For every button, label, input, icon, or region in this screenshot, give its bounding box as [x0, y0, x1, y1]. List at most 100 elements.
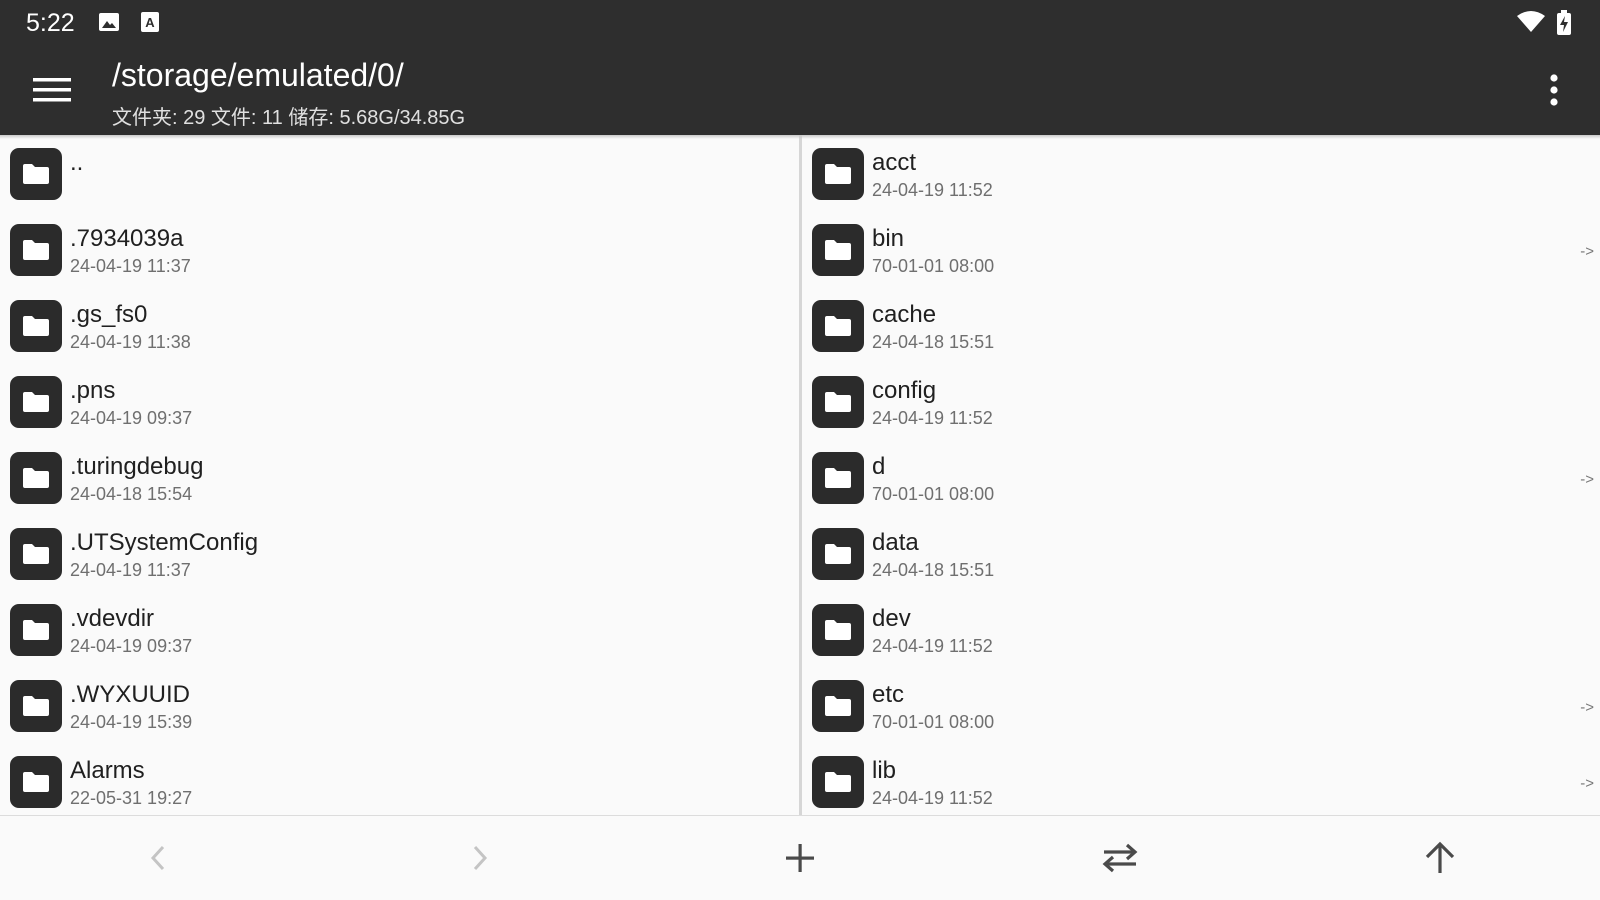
overflow-menu-button[interactable]	[1530, 68, 1578, 112]
file-name: etc	[872, 681, 905, 708]
folder-icon	[812, 224, 864, 276]
folder-icon	[10, 224, 62, 276]
file-date: 24-04-18 15:51	[872, 560, 995, 580]
current-path-title: /storage/emulated/0/	[112, 57, 404, 93]
file-date: 70-01-01 08:00	[872, 712, 995, 732]
file-date: 24-04-19 11:52	[872, 408, 993, 428]
swap-panes-button[interactable]	[1090, 830, 1150, 886]
list-item[interactable]: Alarms 22-05-31 19:27	[0, 743, 800, 815]
symlink-indicator: ->	[1580, 471, 1594, 488]
list-item[interactable]: .WYXUUID 24-04-19 15:39	[0, 667, 800, 743]
list-item[interactable]: cache 24-04-18 15:51	[802, 287, 1600, 363]
list-item[interactable]: .vdevdir 24-04-19 09:37	[0, 591, 800, 667]
forward-arrow-icon	[473, 845, 488, 871]
list-item[interactable]: lib 24-04-19 11:52 ->	[802, 743, 1600, 815]
left-file-pane[interactable]: .. .7934039a 24-04-19 11:37 .gs_fs0 24-0…	[0, 135, 800, 815]
folder-icon	[10, 452, 62, 504]
file-name: acct	[872, 149, 917, 176]
bottom-toolbar	[0, 815, 1600, 900]
file-name: lib	[872, 757, 897, 784]
list-item[interactable]: acct 24-04-19 11:52	[802, 135, 1600, 211]
forward-button[interactable]	[450, 830, 510, 886]
top-bar: 5:22 A /storage/emulated/0/ 文件夹: 29 文件: …	[0, 0, 1600, 135]
more-vert-icon	[1550, 74, 1558, 106]
hamburger-menu-button[interactable]	[22, 66, 82, 114]
file-date: 24-04-19 15:39	[70, 712, 193, 732]
add-icon	[786, 844, 814, 872]
folder-icon	[812, 300, 864, 352]
folder-icon	[812, 604, 864, 656]
file-date: 70-01-01 08:00	[872, 256, 995, 276]
list-item[interactable]: .UTSystemConfig 24-04-19 11:37	[0, 515, 800, 591]
file-name: d	[872, 453, 886, 480]
file-name: config	[872, 377, 937, 404]
folder-icon	[812, 376, 864, 428]
folder-icon	[812, 756, 864, 808]
symlink-indicator: ->	[1580, 243, 1594, 260]
folder-icon	[812, 528, 864, 580]
file-name: cache	[872, 301, 937, 328]
list-item[interactable]: etc 70-01-01 08:00 ->	[802, 667, 1600, 743]
list-item[interactable]: .gs_fs0 24-04-19 11:38	[0, 287, 800, 363]
file-name: .vdevdir	[70, 605, 155, 632]
file-date: 24-04-19 11:37	[70, 560, 191, 580]
file-date: 24-04-19 11:38	[70, 332, 191, 352]
folder-icon	[10, 148, 62, 200]
file-date: 24-04-18 15:54	[70, 484, 193, 504]
folder-icon	[812, 148, 864, 200]
status-bar: 5:22 A	[0, 0, 1600, 45]
keyboard-a-icon: A	[140, 11, 160, 38]
symlink-indicator: ->	[1580, 775, 1594, 792]
file-date: 24-04-19 09:37	[70, 636, 193, 656]
image-icon	[98, 11, 120, 38]
file-name: .WYXUUID	[70, 681, 190, 708]
folder-icon	[10, 376, 62, 428]
list-item[interactable]: config 24-04-19 11:52	[802, 363, 1600, 439]
list-item[interactable]: .7934039a 24-04-19 11:37	[0, 211, 800, 287]
folder-icon	[812, 452, 864, 504]
list-item[interactable]: d 70-01-01 08:00 ->	[802, 439, 1600, 515]
file-name: ..	[70, 149, 84, 176]
folder-icon	[812, 680, 864, 732]
folder-icon	[10, 680, 62, 732]
file-manager-app: 5:22 A /storage/emulated/0/ 文件夹: 29 文件: …	[0, 0, 1600, 900]
file-name: .turingdebug	[70, 453, 204, 480]
file-name: .UTSystemConfig	[70, 529, 259, 556]
storage-summary: 文件夹: 29 文件: 11 储存: 5.68G/34.85G	[112, 107, 466, 129]
hamburger-menu-icon	[33, 78, 71, 102]
folder-icon	[10, 604, 62, 656]
file-date: 24-04-19 11:52	[872, 788, 993, 808]
symlink-indicator: ->	[1580, 699, 1594, 716]
file-date: 24-04-19 09:37	[70, 408, 193, 428]
file-name: dev	[872, 605, 911, 632]
up-arrow-icon	[1425, 841, 1455, 873]
right-file-pane[interactable]: acct 24-04-19 11:52 bin 70-01-01 08:00 -…	[802, 135, 1600, 815]
list-item[interactable]: dev 24-04-19 11:52	[802, 591, 1600, 667]
add-button[interactable]	[770, 830, 830, 886]
file-date: 70-01-01 08:00	[872, 484, 995, 504]
list-item[interactable]: .pns 24-04-19 09:37	[0, 363, 800, 439]
file-date: 24-04-19 11:52	[872, 636, 993, 656]
list-item[interactable]: .turingdebug 24-04-18 15:54	[0, 439, 800, 515]
folder-icon	[10, 756, 62, 808]
file-date: 24-04-19 11:37	[70, 256, 191, 276]
file-name: .7934039a	[70, 225, 184, 252]
folder-icon	[10, 528, 62, 580]
list-item[interactable]: bin 70-01-01 08:00 ->	[802, 211, 1600, 287]
list-item[interactable]: ..	[0, 135, 800, 211]
file-date: 22-05-31 19:27	[70, 788, 193, 808]
parent-directory-button[interactable]	[1410, 830, 1470, 886]
file-date: 24-04-19 11:52	[872, 180, 993, 200]
svg-text:A: A	[145, 15, 155, 30]
file-name: .gs_fs0	[70, 301, 148, 328]
status-time: 5:22	[26, 9, 75, 37]
file-name: data	[872, 529, 919, 556]
back-arrow-icon	[150, 845, 165, 871]
list-item[interactable]: data 24-04-18 15:51	[802, 515, 1600, 591]
file-name: bin	[872, 225, 905, 252]
appbar-shadow	[0, 135, 1600, 139]
file-name: Alarms	[70, 757, 145, 784]
battery-charging-icon	[1556, 10, 1572, 41]
back-button[interactable]	[128, 830, 188, 886]
file-name: .pns	[70, 377, 116, 404]
